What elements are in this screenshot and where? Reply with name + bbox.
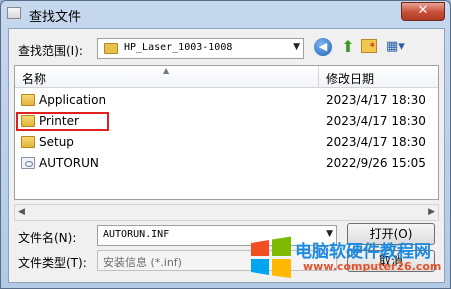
new-folder-icon[interactable]: ✶ [361, 39, 377, 53]
file-date: 2022/9/26 15:05 [326, 156, 426, 170]
filename-label: 文件名(N): [18, 231, 77, 245]
window-icon [7, 7, 21, 19]
view-menu-icon[interactable]: ▦▾ [386, 38, 412, 56]
title-bar[interactable]: 查找文件 ✕ [1, 1, 450, 27]
folder-icon [21, 115, 35, 127]
filename-value: AUTORUN.INF [103, 229, 170, 240]
file-date: 2023/4/17 18:30 [326, 93, 426, 107]
file-name: Printer [39, 114, 79, 128]
look-in-value: HP_Laser_1003-1008 [124, 42, 233, 53]
back-arrow-icon[interactable]: ◀ [314, 38, 332, 56]
file-name: Setup [39, 135, 74, 149]
list-item[interactable]: Setup 2023/4/17 18:30 [15, 132, 438, 153]
folder-icon [21, 136, 35, 148]
filetype-label: 文件类型(T): [18, 256, 87, 270]
scroll-left-icon[interactable]: ◀ [18, 207, 25, 217]
watermark-url: www.computer26.com [303, 260, 442, 273]
list-item[interactable]: AUTORUN 2022/9/26 15:05 [15, 153, 438, 174]
folder-icon [21, 94, 35, 106]
sort-ascending-icon: ▲ [163, 66, 170, 75]
file-date: 2023/4/17 18:30 [326, 135, 426, 149]
windows-logo-icon [251, 236, 291, 278]
list-item[interactable]: Application 2023/4/17 18:30 [15, 90, 438, 111]
folder-icon [104, 43, 118, 54]
look-in-dropdown[interactable]: HP_Laser_1003-1008 ▼ [97, 38, 304, 59]
list-item[interactable]: Printer 2023/4/17 18:30 [15, 111, 438, 132]
column-divider[interactable] [318, 66, 319, 88]
window-title: 查找文件 [29, 10, 82, 25]
chevron-down-icon[interactable]: ▼ [293, 42, 300, 52]
look-in-label: 查找范围(I): [18, 44, 83, 58]
filetype-value: 安装信息 (*.inf) [103, 256, 182, 269]
up-folder-icon[interactable]: ⬆ [340, 38, 356, 56]
watermark: 电脑软硬件教程网 www.computer26.com [247, 233, 447, 285]
list-header: 名称 ▲ 修改日期 [15, 66, 438, 88]
file-list[interactable]: 名称 ▲ 修改日期 Application 2023/4/17 18:30 Pr… [14, 65, 439, 200]
close-button[interactable]: ✕ [401, 2, 445, 21]
column-header-name[interactable]: 名称 [22, 70, 46, 87]
watermark-title: 电脑软硬件教程网 [295, 242, 431, 262]
file-name: Application [39, 93, 107, 107]
column-header-date[interactable]: 修改日期 [326, 70, 374, 87]
scroll-right-icon[interactable]: ▶ [428, 207, 435, 217]
file-date: 2023/4/17 18:30 [326, 114, 426, 128]
file-name: AUTORUN [39, 156, 99, 170]
settings-file-icon [21, 157, 35, 169]
horizontal-scrollbar[interactable]: ◀ ▶ [14, 204, 439, 221]
